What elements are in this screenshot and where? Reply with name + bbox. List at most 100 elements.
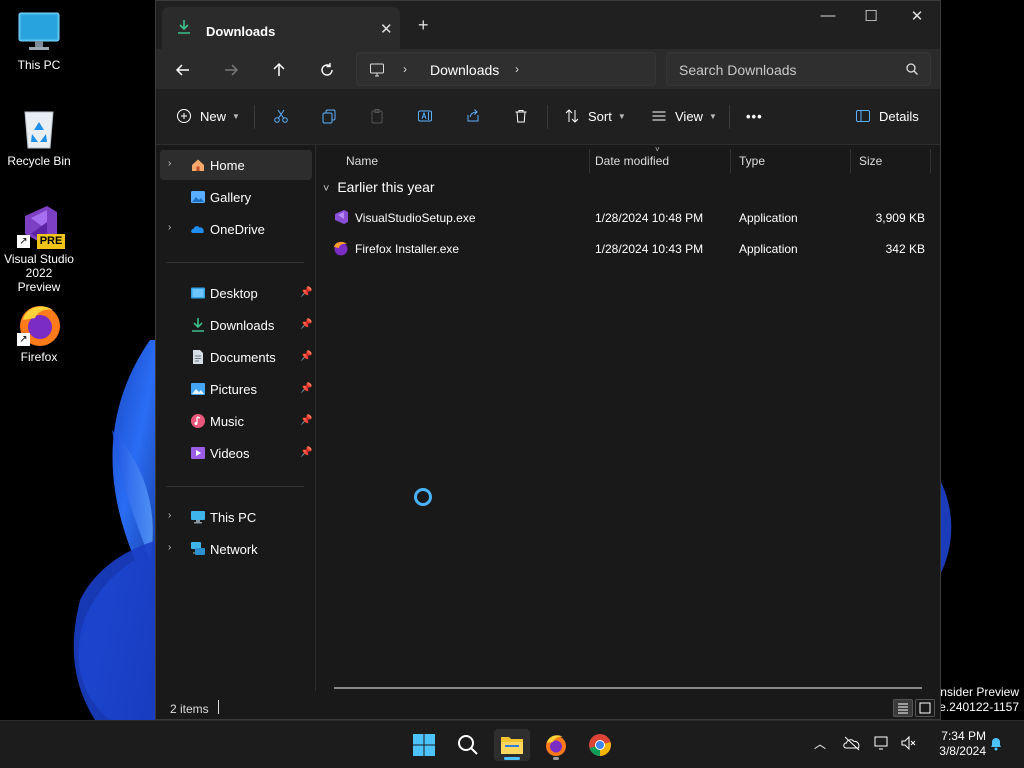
- desktop-icon-recycle-bin[interactable]: Recycle Bin: [4, 106, 74, 168]
- file-size: 3,909 KB: [875, 211, 925, 225]
- forward-arrow-icon[interactable]: [218, 57, 244, 83]
- file-row[interactable]: Firefox Installer.exe 1/28/2024 10:43 PM…: [323, 234, 935, 262]
- details-label: Details: [879, 108, 919, 124]
- horizontal-scrollbar[interactable]: [334, 687, 922, 689]
- tiles-view-icon[interactable]: [915, 699, 935, 717]
- pin-icon[interactable]: 📌: [300, 447, 312, 458]
- pin-icon[interactable]: 📌: [300, 383, 312, 394]
- column-header-size[interactable]: Size: [851, 149, 931, 173]
- taskbar-file-explorer[interactable]: [494, 729, 530, 761]
- up-arrow-icon[interactable]: [266, 57, 292, 83]
- volume-muted-icon[interactable]: [900, 735, 918, 754]
- nav-item-desktop[interactable]: Desktop 📌: [160, 278, 312, 308]
- desktop-icon-label: Recycle Bin: [7, 154, 71, 168]
- chevron-down-icon: ▼: [708, 111, 717, 121]
- cut-button[interactable]: [273, 101, 289, 131]
- nav-item-pictures[interactable]: Pictures 📌: [160, 374, 312, 404]
- desktop-icon-this-pc[interactable]: This PC: [4, 10, 74, 72]
- paste-button[interactable]: [369, 101, 385, 131]
- details-button[interactable]: Details: [855, 101, 919, 131]
- column-header-name[interactable]: Name: [338, 149, 590, 173]
- group-header[interactable]: ˅ Earlier this year: [323, 179, 435, 195]
- file-explorer-window: Downloads ✕ + — ☐ ✕ › Downloads › Search…: [155, 0, 941, 720]
- desktop-icon-visual-studio[interactable]: PRE ↗ Visual Studio 2022 Preview: [4, 204, 74, 294]
- chevron-right-icon[interactable]: ›: [515, 62, 519, 76]
- rename-button[interactable]: [417, 101, 433, 131]
- search-icon[interactable]: [905, 62, 919, 79]
- pin-icon[interactable]: 📌: [300, 351, 312, 362]
- pin-icon[interactable]: 📌: [300, 415, 312, 426]
- chevron-right-icon[interactable]: ›: [168, 510, 171, 521]
- nav-item-gallery[interactable]: Gallery: [160, 182, 312, 212]
- nav-label: Pictures: [210, 382, 257, 397]
- maximize-icon[interactable]: ☐: [848, 7, 894, 29]
- watermark-line: se.240122-1157: [933, 700, 1019, 714]
- details-view-icon[interactable]: [893, 699, 913, 717]
- pin-icon[interactable]: 📌: [300, 319, 312, 330]
- running-indicator: [553, 757, 559, 760]
- chevron-right-icon[interactable]: ›: [168, 158, 171, 169]
- nav-item-videos[interactable]: Videos 📌: [160, 438, 312, 468]
- divider: [166, 262, 304, 263]
- nav-item-documents[interactable]: Documents 📌: [160, 342, 312, 372]
- divider: [166, 486, 304, 487]
- sort-button[interactable]: Sort ▼: [564, 101, 626, 131]
- nav-item-onedrive[interactable]: › OneDrive: [160, 214, 312, 244]
- cloud-offline-icon[interactable]: [842, 735, 862, 754]
- chevron-down-icon: ˅: [323, 183, 330, 195]
- desktop-icon-firefox[interactable]: ↗ Firefox: [4, 302, 74, 364]
- nav-item-home[interactable]: › Home: [160, 150, 312, 180]
- recycle-bin-icon: [17, 106, 61, 150]
- sort-chevron-icon: ˅: [655, 145, 660, 154]
- network-status-icon[interactable]: [874, 735, 892, 754]
- gallery-icon: [190, 189, 206, 205]
- notification-bell-icon[interactable]: [988, 735, 1004, 754]
- delete-button[interactable]: [513, 101, 529, 131]
- start-button[interactable]: [406, 729, 442, 761]
- new-tab-icon[interactable]: +: [418, 15, 429, 36]
- system-clock[interactable]: 7:34 PM 3/8/2024: [926, 729, 986, 759]
- taskbar-firefox[interactable]: [538, 729, 574, 761]
- chevron-up-icon[interactable]: ︿: [814, 735, 826, 752]
- close-window-icon[interactable]: ✕: [894, 7, 940, 29]
- chrome-icon: [589, 734, 611, 756]
- active-indicator: [504, 757, 520, 760]
- close-tab-icon[interactable]: ✕: [380, 20, 393, 38]
- file-type: Application: [739, 211, 798, 225]
- sort-icon: [565, 109, 579, 123]
- new-button[interactable]: New ▼: [176, 101, 240, 131]
- nav-item-downloads[interactable]: Downloads 📌: [160, 310, 312, 340]
- rename-icon: [418, 110, 432, 122]
- tab-downloads[interactable]: Downloads ✕: [162, 7, 400, 49]
- taskbar-chrome[interactable]: [582, 729, 618, 761]
- label-line: Visual Studio: [4, 252, 74, 266]
- chevron-right-icon[interactable]: ›: [403, 62, 407, 76]
- loading-spinner-icon: [414, 488, 432, 506]
- view-button[interactable]: View ▼: [651, 101, 717, 131]
- title-bar: Downloads ✕ + — ☐ ✕: [156, 1, 940, 49]
- search-button[interactable]: [450, 729, 486, 761]
- address-bar-row: › Downloads ›: [156, 49, 940, 89]
- column-header-type[interactable]: Type: [731, 149, 851, 173]
- nav-label: This PC: [210, 510, 257, 525]
- nav-item-this-pc[interactable]: › This PC: [160, 502, 312, 532]
- visual-studio-icon: PRE ↗: [17, 204, 65, 249]
- nav-item-music[interactable]: Music 📌: [160, 406, 312, 436]
- share-button[interactable]: [465, 101, 481, 131]
- pin-icon[interactable]: 📌: [300, 287, 312, 298]
- address-field[interactable]: › Downloads ›: [356, 52, 656, 86]
- file-row[interactable]: VisualStudioSetup.exe 1/28/2024 10:48 PM…: [323, 203, 935, 231]
- nav-item-network[interactable]: › Network: [160, 534, 312, 564]
- file-name: Firefox Installer.exe: [355, 242, 460, 256]
- minimize-icon[interactable]: —: [805, 7, 851, 29]
- more-options-button[interactable]: •••: [746, 101, 763, 131]
- chevron-right-icon[interactable]: ›: [168, 542, 171, 553]
- search-box[interactable]: [666, 52, 931, 86]
- breadcrumb-downloads[interactable]: Downloads: [430, 62, 499, 78]
- nav-label: Downloads: [210, 318, 275, 333]
- refresh-icon[interactable]: [314, 57, 340, 83]
- search-input[interactable]: [679, 60, 899, 80]
- copy-button[interactable]: [321, 101, 337, 131]
- back-arrow-icon[interactable]: [170, 57, 196, 83]
- chevron-right-icon[interactable]: ›: [168, 222, 171, 233]
